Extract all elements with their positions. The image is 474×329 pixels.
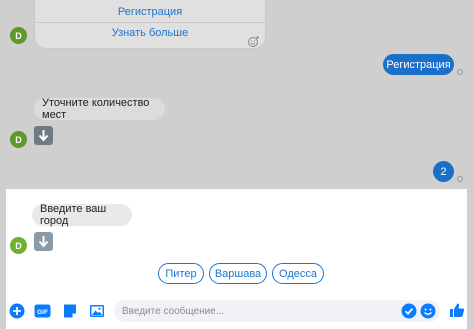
outgoing-message-seats: 2: [433, 161, 454, 182]
incoming-message-seats: Уточните количество мест: [34, 97, 165, 121]
bot-avatar: D: [10, 131, 27, 148]
image-icon[interactable]: [88, 302, 106, 320]
card-button-learn-more[interactable]: Узнать больше: [35, 23, 265, 43]
quick-reply-odessa[interactable]: Одесса: [272, 263, 324, 284]
seen-indicator: [457, 176, 463, 182]
add-reaction-icon[interactable]: [247, 35, 260, 48]
down-arrow-emoji-icon: [34, 232, 53, 251]
gif-icon[interactable]: GIF: [33, 302, 51, 320]
incoming-message-city: Введите ваш город: [32, 203, 132, 227]
outgoing-message-registration: Регистрация: [383, 54, 454, 75]
check-icon[interactable]: [400, 302, 418, 320]
seen-indicator: [457, 69, 463, 75]
quick-reply-piter[interactable]: Питер: [158, 263, 204, 284]
card-button-registration[interactable]: Регистрация: [35, 2, 265, 22]
bot-avatar: D: [10, 27, 27, 44]
emoji-icon[interactable]: [419, 302, 437, 320]
down-arrow-emoji-icon: [34, 126, 53, 145]
message-input[interactable]: [114, 300, 440, 322]
quick-reply-warsaw[interactable]: Варшава: [209, 263, 267, 284]
thumbs-up-icon[interactable]: [448, 301, 466, 319]
sticker-icon[interactable]: [61, 302, 79, 320]
generic-template-card: Регистрация Узнать больше: [34, 0, 266, 49]
gif-label: GIF: [37, 309, 48, 316]
overlay-right-edge: [467, 189, 474, 329]
plus-icon[interactable]: [8, 302, 26, 320]
bot-avatar: D: [10, 237, 27, 254]
